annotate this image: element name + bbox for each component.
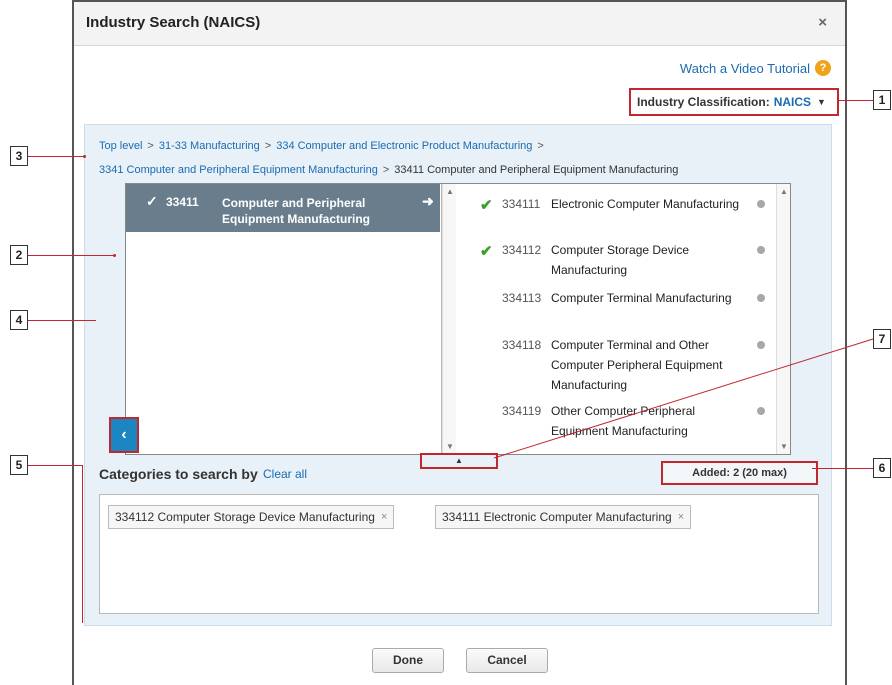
breadcrumb-31-33[interactable]: 31-33 Manufacturing bbox=[159, 140, 260, 152]
category-name: Electronic Computer Manufacturing bbox=[551, 197, 740, 211]
parent-column: ✓ 33411 Computer and Peripheral Equipmen… bbox=[126, 184, 442, 454]
category-name: Computer Storage Device Manufacturing bbox=[551, 243, 690, 277]
video-tutorial-link[interactable]: Watch a Video Tutorial ? bbox=[680, 60, 831, 76]
callout-6-line bbox=[812, 468, 873, 469]
callout-1: 1 bbox=[873, 90, 891, 110]
parent-column-scrollbar[interactable]: ▲ ▼ bbox=[442, 184, 456, 454]
breadcrumb-3341[interactable]: 3341 Computer and Peripheral Equipment M… bbox=[99, 164, 378, 176]
callout-3: 3 bbox=[10, 146, 28, 166]
callout-1-line bbox=[837, 100, 873, 101]
breadcrumb-separator: > bbox=[537, 140, 544, 152]
video-tutorial-label[interactable]: Watch a Video Tutorial bbox=[680, 61, 810, 76]
scroll-down-icon[interactable]: ▼ bbox=[780, 442, 788, 451]
chevron-down-icon[interactable]: ▼ bbox=[817, 97, 826, 107]
checkmark-icon: ✓ bbox=[146, 193, 158, 209]
callout-2-dot bbox=[113, 254, 116, 257]
category-code: 334113 bbox=[502, 291, 542, 305]
category-code: 334118 bbox=[502, 338, 542, 352]
callout-4-line bbox=[28, 320, 96, 321]
child-column: ✔ 334111 Electronic Computer Manufacturi… bbox=[456, 184, 778, 454]
categories-label: Categories to search by bbox=[99, 466, 258, 482]
arrow-right-icon[interactable]: ➜ bbox=[422, 193, 434, 210]
callout-4: 4 bbox=[10, 310, 28, 330]
category-code: 334119 bbox=[502, 404, 542, 418]
selected-category-row[interactable]: ✓ 33411 Computer and Peripheral Equipmen… bbox=[126, 184, 440, 232]
dialog-header: Industry Search (NAICS) × bbox=[74, 2, 845, 46]
selected-category-name: Computer and Peripheral Equipment Manufa… bbox=[222, 196, 370, 226]
breadcrumb-separator: > bbox=[264, 140, 272, 152]
breadcrumb-top-level[interactable]: Top level bbox=[99, 140, 142, 152]
category-code: 334111 bbox=[502, 197, 541, 211]
callout-5-line bbox=[28, 465, 82, 466]
breadcrumb-separator: > bbox=[147, 140, 154, 152]
search-panel: Top level >31-33 Manufacturing >334 Comput… bbox=[84, 124, 832, 626]
callout-2: 2 bbox=[10, 245, 28, 265]
industry-search-dialog: Industry Search (NAICS) × Watch a Video … bbox=[72, 0, 847, 685]
done-button[interactable]: Done bbox=[372, 648, 444, 673]
close-icon[interactable]: × bbox=[818, 14, 827, 31]
checkmark-icon: ✔ bbox=[480, 243, 493, 260]
category-chip: 334111 Electronic Computer Manufacturing… bbox=[435, 505, 692, 529]
classification-label: Industry Classification: bbox=[637, 95, 770, 109]
breadcrumb-separator: > bbox=[382, 164, 390, 176]
callout-2-line bbox=[28, 255, 114, 256]
chip-label: 334111 Electronic Computer Manufacturing bbox=[442, 510, 672, 524]
remove-icon[interactable]: × bbox=[381, 506, 387, 528]
scroll-down-icon[interactable]: ▼ bbox=[446, 442, 454, 451]
add-category-icon[interactable] bbox=[757, 341, 765, 349]
callout-5-bracket bbox=[82, 465, 83, 623]
cancel-button[interactable]: Cancel bbox=[466, 648, 548, 673]
callout-6: 6 bbox=[873, 458, 891, 478]
category-name: Computer Terminal and Other Computer Per… bbox=[551, 338, 723, 392]
callout-3-dot bbox=[83, 155, 86, 158]
add-category-icon[interactable] bbox=[757, 294, 765, 302]
add-category-icon[interactable] bbox=[757, 246, 765, 254]
add-category-icon[interactable] bbox=[757, 200, 765, 208]
child-column-scrollbar[interactable]: ▲ ▼ bbox=[776, 184, 790, 454]
industry-classification-dropdown[interactable]: Industry Classification: NAICS ▼ bbox=[629, 88, 839, 116]
help-icon[interactable]: ? bbox=[815, 60, 831, 76]
category-code: 334112 bbox=[502, 243, 542, 257]
add-category-icon[interactable] bbox=[757, 407, 765, 415]
classification-value[interactable]: NAICS bbox=[774, 95, 811, 109]
remove-icon[interactable]: × bbox=[678, 506, 684, 528]
clear-all-link[interactable]: Clear all bbox=[263, 467, 307, 481]
selected-category-code: 33411 bbox=[166, 195, 199, 209]
breadcrumb-current: 33411 Computer and Peripheral Equipment … bbox=[394, 164, 679, 176]
category-name: Other Computer Peripheral Equipment Manu… bbox=[551, 404, 696, 438]
dialog-title: Industry Search (NAICS) bbox=[86, 14, 261, 31]
category-chip: 334112 Computer Storage Device Manufactu… bbox=[108, 505, 395, 529]
callout-7: 7 bbox=[873, 329, 891, 349]
breadcrumb-334[interactable]: 334 Computer and Electronic Product Manu… bbox=[276, 140, 532, 152]
category-name: Computer Terminal Manufacturing bbox=[551, 291, 732, 305]
callout-3-line bbox=[28, 156, 84, 157]
category-browser: ✓ 33411 Computer and Peripheral Equipmen… bbox=[125, 183, 791, 455]
callout-5: 5 bbox=[10, 455, 28, 475]
back-button[interactable]: ‹ bbox=[109, 417, 139, 453]
scroll-up-icon[interactable]: ▲ bbox=[780, 187, 788, 196]
added-count-badge: Added: 2 (20 max) bbox=[661, 461, 818, 485]
chip-label: 334112 Computer Storage Device Manufactu… bbox=[115, 510, 375, 524]
collapse-handle-icon[interactable]: ▲ bbox=[420, 453, 498, 469]
breadcrumb: Top level >31-33 Manufacturing >334 Comput… bbox=[99, 134, 819, 182]
checkmark-icon: ✔ bbox=[480, 197, 493, 214]
selected-categories-box: 334112 Computer Storage Device Manufactu… bbox=[99, 494, 819, 614]
scroll-up-icon[interactable]: ▲ bbox=[446, 187, 454, 196]
